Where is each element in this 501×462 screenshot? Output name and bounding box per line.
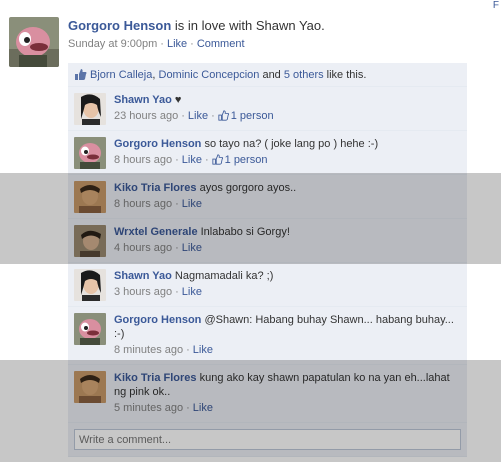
story-actor-link[interactable]: Gorgoro Henson	[68, 18, 171, 33]
comment-author-link[interactable]: Wrxtel Generale	[114, 226, 198, 238]
comment-text: ♥	[171, 94, 182, 106]
likes-others-link[interactable]: 5 others	[284, 69, 324, 81]
comment-author-link[interactable]: Shawn Yao	[114, 94, 172, 106]
story-headline-text: is in love with Shawn Yao.	[171, 18, 325, 33]
comment-timestamp: 5 minutes ago	[114, 402, 184, 414]
comment-meta: 8 hours ago · Like · 1 person	[114, 153, 459, 167]
likes-tail: like this.	[323, 69, 367, 81]
comment-item: Shawn Yao Nagmamadali ka? ;) 3 hours ago…	[68, 263, 467, 307]
meta-separator: ·	[181, 110, 185, 122]
likes-summary: Bjorn Calleja, Dominic Concepcion and 5 …	[68, 63, 467, 87]
comment-author-link[interactable]: Kiko Tria Flores	[114, 372, 197, 384]
write-comment-row	[68, 423, 467, 457]
story-headline: Gorgoro Henson is in love with Shawn Yao…	[68, 17, 488, 35]
comment-timestamp: 8 hours ago	[114, 198, 173, 210]
comment-timestamp: 8 hours ago	[114, 154, 173, 166]
comment-like-link[interactable]: Like	[182, 198, 202, 210]
comment-item: Gorgoro Henson so tayo na? ( joke lang p…	[68, 131, 467, 175]
comment-like-link[interactable]: Like	[182, 154, 202, 166]
comment-meta: 3 hours ago · Like	[114, 285, 459, 299]
comment-meta: 23 hours ago · Like · 1 person	[114, 109, 459, 123]
like-thumb-icon	[74, 68, 87, 81]
corner-link[interactable]: F	[493, 0, 499, 11]
comment-likes-count-link[interactable]: 1 person	[225, 154, 268, 166]
commenter-avatar[interactable]	[74, 371, 106, 403]
comment-author-link[interactable]: Shawn Yao	[114, 270, 172, 282]
commenter-avatar[interactable]	[74, 313, 106, 345]
comment-meta: 8 minutes ago · Like	[114, 343, 459, 357]
comment-like-link[interactable]: Like	[182, 286, 202, 298]
meta-separator: ·	[175, 198, 179, 210]
story-timestamp[interactable]: Sunday at 9:00pm	[68, 38, 157, 50]
story-like-link[interactable]: Like	[167, 38, 187, 50]
comment-text: Inlababo si Gorgy!	[197, 226, 290, 238]
comment-item: Wrxtel Generale Inlababo si Gorgy! 4 hou…	[68, 219, 467, 263]
comment-timestamp: 4 hours ago	[114, 242, 173, 254]
meta-separator: ·	[211, 110, 215, 122]
commenter-avatar[interactable]	[74, 93, 106, 125]
meta-separator: ·	[186, 402, 190, 414]
likes-and: and	[259, 69, 284, 81]
comment-likes-count-link[interactable]: 1 person	[231, 110, 274, 122]
comment-timestamp: 8 minutes ago	[114, 344, 184, 356]
comment-meta: 5 minutes ago · Like	[114, 401, 459, 415]
comment-timestamp: 23 hours ago	[114, 110, 179, 122]
comment-author-link[interactable]: Gorgoro Henson	[114, 314, 201, 326]
comment-author-link[interactable]: Gorgoro Henson	[114, 138, 201, 150]
liker-link[interactable]: Bjorn Calleja	[90, 69, 152, 81]
meta-separator: ·	[160, 38, 164, 50]
comment-like-link[interactable]: Like	[193, 402, 213, 414]
like-thumb-icon	[212, 154, 223, 165]
comment-text: ayos gorgoro ayos..	[196, 182, 297, 194]
write-comment-input[interactable]	[74, 429, 461, 450]
like-thumb-icon	[218, 110, 229, 121]
comment-item: Kiko Tria Flores ayos gorgoro ayos.. 8 h…	[68, 175, 467, 219]
commenter-avatar[interactable]	[74, 269, 106, 301]
story-meta: Sunday at 9:00pm · Like · Comment	[68, 37, 488, 51]
comment-like-link[interactable]: Like	[188, 110, 208, 122]
meta-separator: ·	[190, 38, 194, 50]
meta-separator: ·	[175, 154, 179, 166]
meta-separator: ·	[186, 344, 190, 356]
comment-meta: 4 hours ago · Like	[114, 241, 459, 255]
author-avatar[interactable]	[9, 17, 59, 67]
comment-like-link[interactable]: Like	[182, 242, 202, 254]
comment-item: Shawn Yao ♥ 23 hours ago · Like · 1 person	[68, 87, 467, 131]
meta-separator: ·	[204, 154, 209, 166]
comment-item: Kiko Tria Flores kung ako kay shawn papa…	[68, 365, 467, 423]
liker-link[interactable]: Dominic Concepcion	[159, 69, 260, 81]
comment-text: Nagmamadali ka? ;)	[171, 270, 274, 282]
meta-separator: ·	[175, 242, 179, 254]
comment-author-link[interactable]: Kiko Tria Flores	[114, 182, 197, 194]
comment-item: Gorgoro Henson @Shawn: Habang buhay Shaw…	[68, 307, 467, 365]
comment-text: so tayo na? ( joke lang po ) hehe :-)	[201, 138, 379, 150]
comment-timestamp: 3 hours ago	[114, 286, 173, 298]
commenter-avatar[interactable]	[74, 181, 106, 213]
commenter-avatar[interactable]	[74, 137, 106, 169]
comment-meta: 8 hours ago · Like	[114, 197, 459, 211]
meta-separator: ·	[175, 286, 179, 298]
commenter-avatar[interactable]	[74, 225, 106, 257]
comment-like-link[interactable]: Like	[193, 344, 213, 356]
story-comment-link[interactable]: Comment	[197, 38, 245, 50]
comments-panel: Bjorn Calleja, Dominic Concepcion and 5 …	[68, 63, 467, 457]
